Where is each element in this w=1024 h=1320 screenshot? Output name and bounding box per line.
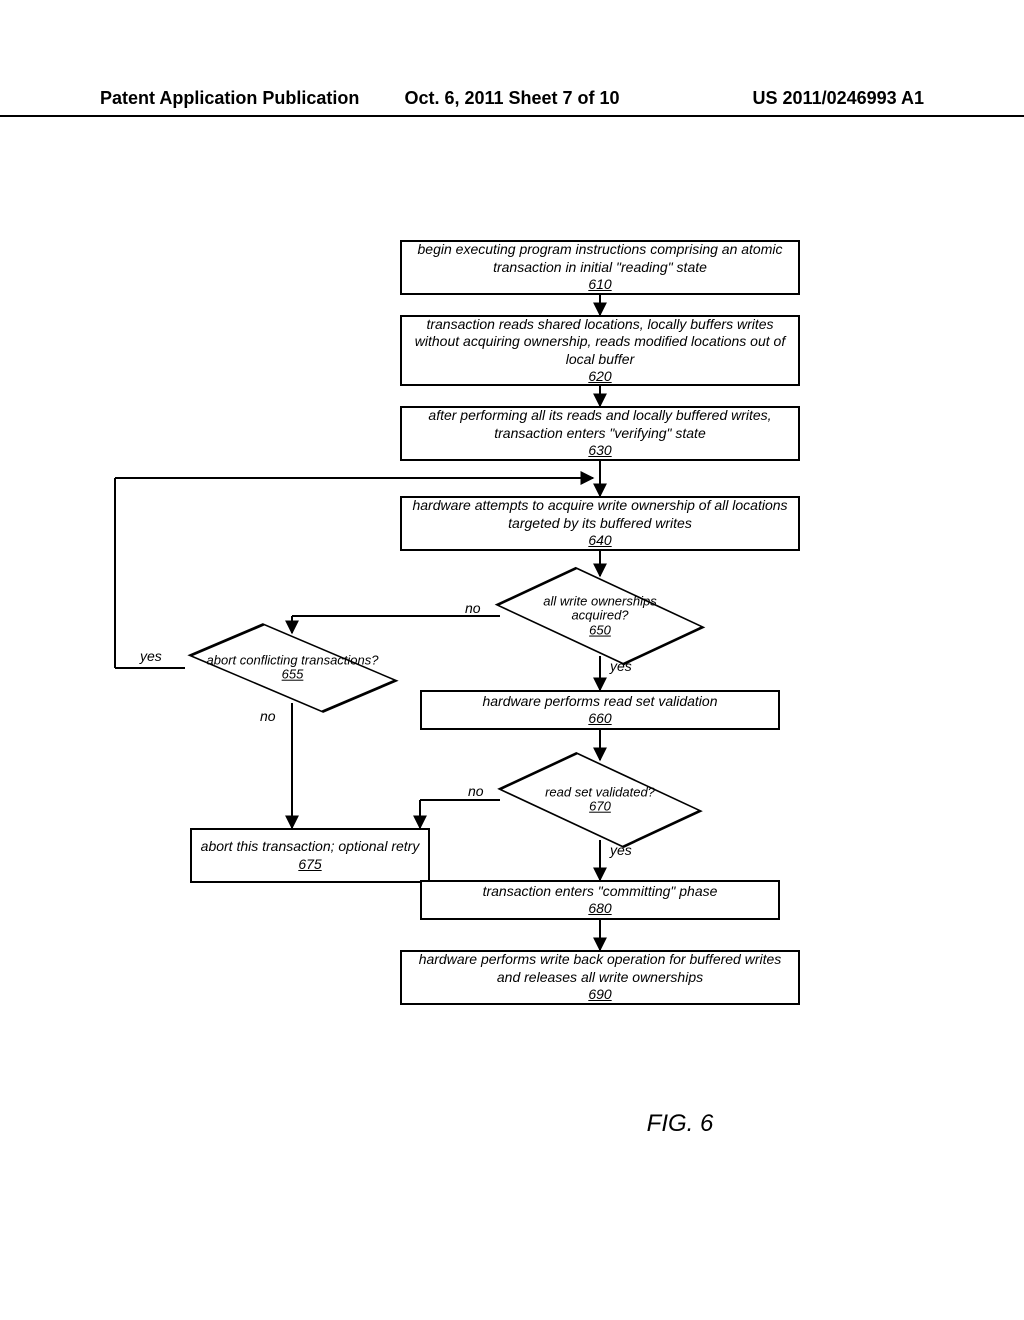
node-670: read set validated? 670 [500,760,700,840]
node-680: transaction enters "committing" phase 68… [420,880,780,920]
figure-caption: FIG. 6 [460,1110,900,1138]
node-670-ref: 670 [589,799,611,814]
node-660-text: hardware performs read set validation [482,693,717,711]
node-640: hardware attempts to acquire write owner… [400,496,800,551]
page-header: Patent Application Publication Oct. 6, 2… [0,88,1024,117]
label-655-yes: yes [140,648,162,664]
label-650-no: no [465,600,481,616]
node-675-ref: 675 [298,856,321,874]
node-620-ref: 620 [588,368,611,386]
node-670-text: read set validated? [545,785,655,800]
node-660: hardware performs read set validation 66… [420,690,780,730]
node-660-ref: 660 [588,710,611,728]
node-680-ref: 680 [588,900,611,918]
node-640-ref: 640 [588,532,611,550]
node-690-ref: 690 [588,986,611,1004]
node-690-text: hardware performs write back operation f… [410,951,790,986]
node-675-text: abort this transaction; optional retry [201,838,420,856]
node-650-ref: 650 [589,622,611,637]
node-675: abort this transaction; optional retry 6… [190,828,430,883]
node-610-text: begin executing program instructions com… [410,241,790,276]
node-655: abort conflicting transactions? 655 [180,633,405,703]
node-640-text: hardware attempts to acquire write owner… [410,497,790,532]
label-650-yes: yes [610,658,632,674]
node-620-text: transaction reads shared locations, loca… [410,316,790,369]
node-610: begin executing program instructions com… [400,240,800,295]
node-610-ref: 610 [588,276,611,294]
flowchart: begin executing program instructions com… [80,240,940,1140]
node-630-text: after performing all its reads and local… [410,407,790,442]
node-630: after performing all its reads and local… [400,406,800,461]
node-630-ref: 630 [588,442,611,460]
node-620: transaction reads shared locations, loca… [400,315,800,386]
label-670-no: no [468,783,484,799]
header-center: Oct. 6, 2011 Sheet 7 of 10 [375,88,650,109]
node-680-text: transaction enters "committing" phase [483,883,718,901]
node-650-text: all write ownerships acquired? [543,594,656,623]
node-650: all write ownerships acquired? 650 [500,576,700,656]
node-690: hardware performs write back operation f… [400,950,800,1005]
node-655-text: abort conflicting transactions? [207,653,379,668]
page: Patent Application Publication Oct. 6, 2… [0,0,1024,1320]
header-left: Patent Application Publication [100,88,375,109]
label-670-yes: yes [610,842,632,858]
node-655-ref: 655 [282,667,304,682]
label-655-no: no [260,708,276,724]
header-right: US 2011/0246993 A1 [649,88,924,109]
